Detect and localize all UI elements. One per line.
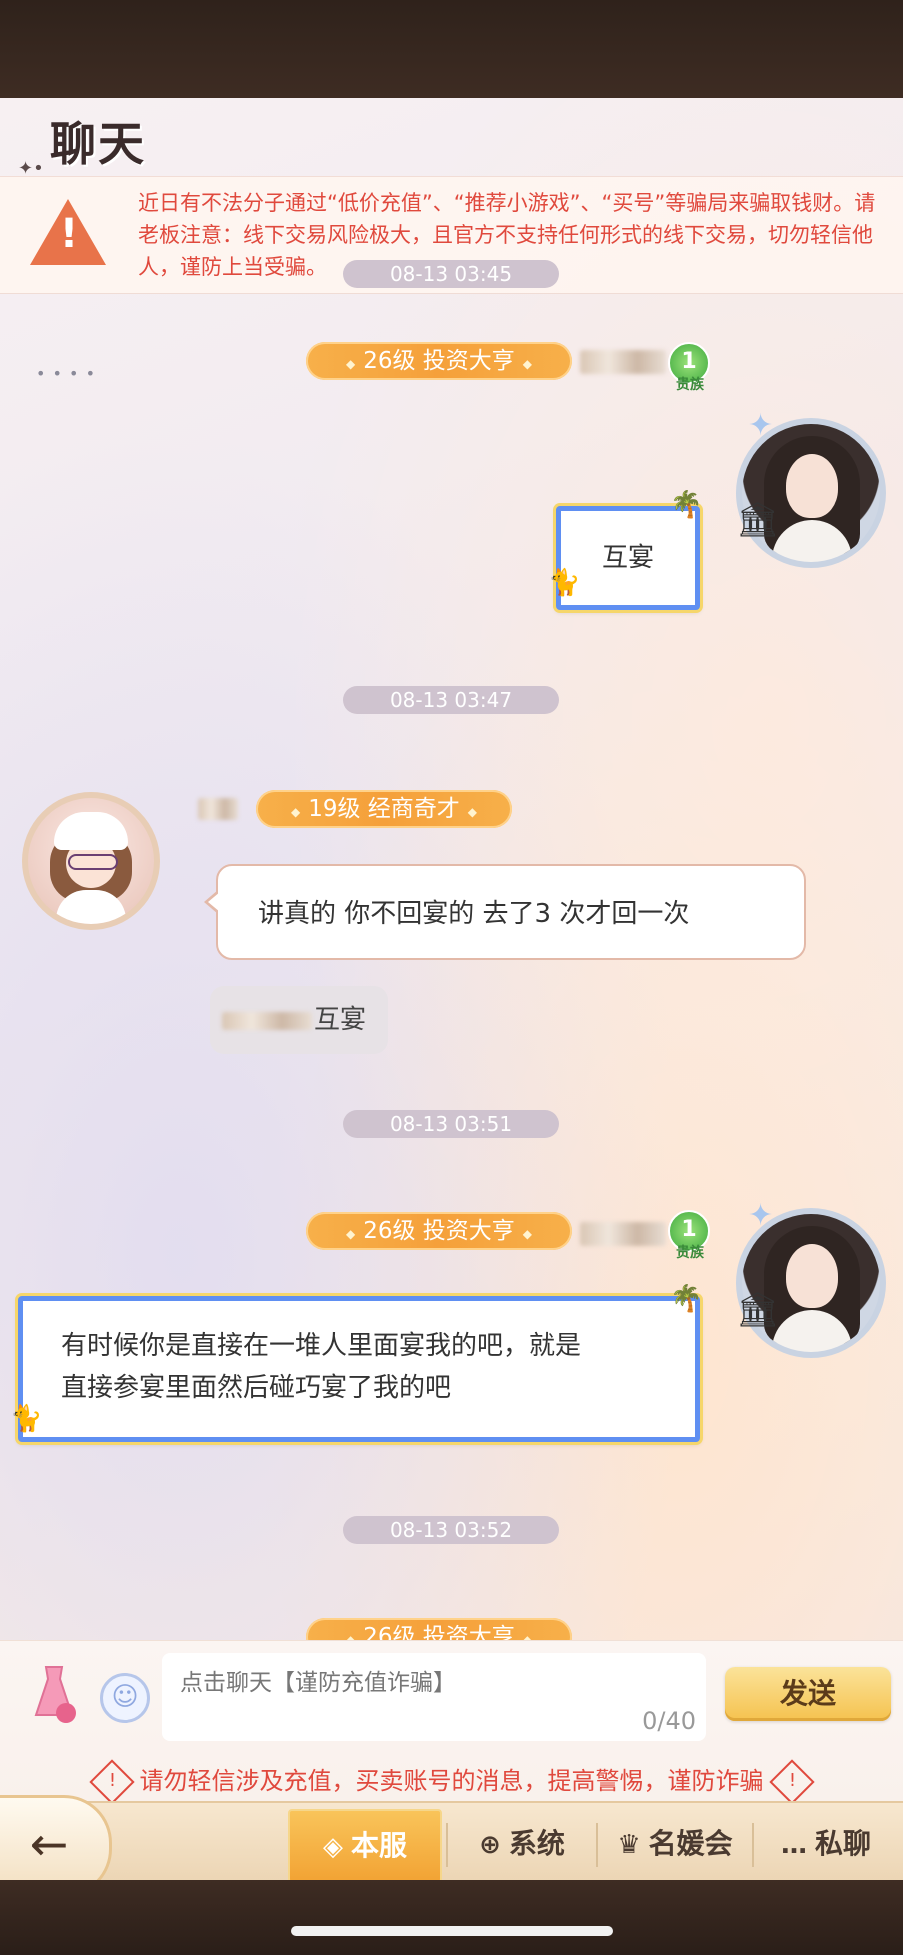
level-badge: ◆26级 投资大亨◆ — [306, 342, 572, 380]
blurred-username — [222, 1012, 312, 1030]
timestamp: 08-13 03:47 — [343, 686, 559, 714]
user-avatar[interactable] — [22, 792, 160, 930]
blurred-username — [198, 798, 238, 820]
char-count: 0/40 — [642, 1707, 696, 1735]
cat-statue-icon: 🐈 — [10, 1404, 43, 1434]
chat-bubble-other[interactable]: 讲真的 你不回宴的 去了3 次才回一次 — [204, 864, 806, 960]
avatar-face — [786, 1244, 838, 1308]
crown-icon: ♛ — [617, 1830, 641, 1860]
level-badge: ◆ 19级 经商奇才 ◆ — [256, 790, 512, 828]
cat-statue-icon: 🐈 — [548, 568, 581, 598]
star-decoration-icon: ✦ — [748, 408, 774, 443]
chat-bubble-self[interactable]: 有时候你是直接在一堆人里面宴我的吧，就是 直接参宴里面然后碰巧宴了我的吧 — [18, 1296, 700, 1442]
level-badge: ◆26级 投资大亨◆ — [306, 1212, 572, 1250]
tab-bar: ← ◈ 本服 ⊕ 系统 ♛ 名媛会 … 私聊 — [0, 1795, 903, 1880]
dress-icon[interactable] — [28, 1663, 80, 1727]
chat-panel: 聊天 ✦• ! 近日有不法分子通过“低价充值”、“推荐小游戏”、“买号”等骗局来… — [0, 98, 903, 1880]
tab-server[interactable]: ◈ 本服 — [288, 1809, 442, 1880]
palm-tree-icon: 🌴 — [670, 1284, 703, 1314]
chat-bubble-icon: … — [780, 1830, 807, 1860]
tab-divider — [446, 1823, 448, 1867]
composer-area: ☺ 点击聊天【谨防充值诈骗】 0/40 发送 ! 请勿轻信涉及充值，买卖账号的消息… — [0, 1640, 903, 1880]
tab-system[interactable]: ⊕ 系统 — [452, 1809, 592, 1879]
vip-label: 贵族 — [676, 1245, 704, 1261]
top-status-area — [0, 0, 903, 98]
avatar-glasses — [68, 854, 118, 870]
warning-icon: ! — [88, 1759, 135, 1805]
page-title: 聊天 — [50, 117, 146, 171]
send-button[interactable]: 发送 — [725, 1667, 891, 1721]
more-icon: • • • • — [36, 364, 97, 383]
star-decoration-icon: ✦ — [748, 1198, 774, 1233]
chat-input-placeholder: 点击聊天【谨防充值诈骗】 — [180, 1670, 456, 1696]
tab-private-chat[interactable]: … 私聊 — [756, 1809, 896, 1879]
tab-divider — [752, 1823, 754, 1867]
chat-input[interactable]: 点击聊天【谨防充值诈骗】 0/40 — [162, 1653, 706, 1741]
timestamp: 08-13 03:45 — [343, 260, 559, 288]
blurred-username — [580, 350, 666, 374]
shared-link-pill[interactable]: 互宴 — [210, 986, 388, 1054]
avatar-hat — [54, 812, 128, 850]
blurred-username — [580, 1222, 666, 1246]
bottom-frame — [0, 1880, 903, 1955]
server-icon: ◈ — [322, 1832, 343, 1862]
timestamp: 08-13 03:52 — [343, 1516, 559, 1544]
home-indicator[interactable] — [291, 1926, 613, 1936]
vip-label: 贵族 — [676, 377, 704, 393]
mansion-icon: 🏛 — [736, 500, 780, 540]
tab-socialite-club[interactable]: ♛ 名媛会 — [600, 1809, 750, 1879]
warning-icon: ! — [768, 1759, 815, 1805]
mansion-icon: 🏛 — [736, 1290, 780, 1330]
back-button[interactable]: ← — [0, 1795, 112, 1880]
globe-icon: ⊕ — [479, 1830, 501, 1860]
avatar-face — [786, 454, 838, 518]
timestamp: 08-13 03:51 — [343, 1110, 559, 1138]
palm-tree-icon: 🌴 — [670, 490, 703, 520]
anti-fraud-notice: ! 请勿轻信涉及充值，买卖账号的消息，提高警惕，谨防诈骗! — [0, 1759, 903, 1805]
emoji-icon[interactable]: ☺ — [100, 1673, 150, 1723]
warning-mark: ! — [59, 211, 79, 257]
tab-divider — [596, 1823, 598, 1867]
